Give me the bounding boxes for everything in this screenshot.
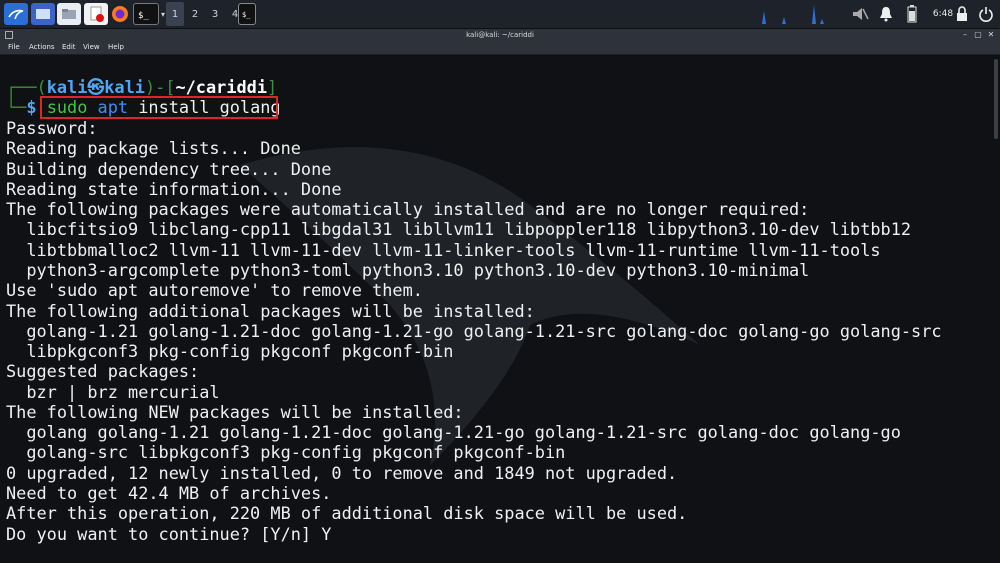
output-line: The following additional packages will b… xyxy=(6,301,535,321)
terminal-launcher-icon[interactable]: $_ xyxy=(133,3,159,25)
output-line: The following NEW packages will be insta… xyxy=(6,402,464,422)
output-line: libpkgconf3 pkg-config pkgconf pkgconf-b… xyxy=(6,341,454,361)
output-line: python3-argcomplete python3-toml python3… xyxy=(6,260,810,280)
svg-text:$_: $_ xyxy=(242,11,251,19)
prompt-host: kali xyxy=(104,77,145,97)
notifications-bell-icon[interactable] xyxy=(876,4,896,24)
output-line: golang golang-1.21 golang-1.21-doc golan… xyxy=(6,422,901,442)
minimize-button[interactable]: – xyxy=(960,30,970,40)
output-line: golang-src libpkgconf3 pkg-config pkgcon… xyxy=(6,442,566,462)
output-line: libcfitsio9 libclang-cpp11 libgdal31 lib… xyxy=(6,219,912,239)
terminal-output[interactable]: ┌──(kali㉿kali)-[~/cariddi] └─$ sudo apt … xyxy=(0,55,1000,563)
output-line: Use 'sudo apt autoremove' to remove them… xyxy=(6,280,423,300)
show-desktop-icon[interactable] xyxy=(31,3,55,25)
svg-text:$_: $_ xyxy=(138,11,149,21)
terminal-scrollbar[interactable] xyxy=(994,59,998,139)
cpu-graph-icon xyxy=(752,3,842,25)
output-line: Reading package lists... Done xyxy=(6,138,301,158)
menu-actions[interactable]: Actions xyxy=(29,41,55,54)
output-line: Need to get 42.4 MB of archives. xyxy=(6,483,332,503)
output-line: bzr | brz mercurial xyxy=(6,382,220,402)
output-line: Do you want to continue? [Y/n] Y xyxy=(6,524,332,544)
task-terminal-icon[interactable]: $_ xyxy=(238,3,256,25)
output-line: Password: xyxy=(6,118,98,138)
command-highlight-box xyxy=(40,96,278,119)
taskbar: $_ ▾ 1 2 3 4 $_ 6:48 xyxy=(0,0,1000,29)
maximize-button[interactable]: ▢ xyxy=(973,30,983,40)
output-line: The following packages were automaticall… xyxy=(6,199,810,219)
menu-view[interactable]: View xyxy=(83,41,100,54)
workspace-1[interactable]: 1 xyxy=(166,2,184,26)
lock-screen-icon[interactable] xyxy=(952,4,972,24)
workspace-2[interactable]: 2 xyxy=(186,2,204,26)
prompt-user: kali xyxy=(46,77,88,97)
battery-icon[interactable] xyxy=(902,4,922,24)
output-line: 0 upgraded, 12 newly installed, 0 to rem… xyxy=(6,463,678,483)
firefox-icon[interactable] xyxy=(108,3,132,25)
prompt-directory: ~/cariddi xyxy=(175,77,267,97)
menu-file[interactable]: File xyxy=(8,41,20,54)
file-manager-icon[interactable] xyxy=(57,3,81,25)
menu-edit[interactable]: Edit xyxy=(62,41,76,54)
output-line: Reading state information... Done xyxy=(6,179,342,199)
menu-help[interactable]: Help xyxy=(108,41,124,54)
window-title: kali@kali: ~/cariddi xyxy=(466,31,534,39)
window-titlebar[interactable]: kali@kali: ~/cariddi – ▢ ✕ xyxy=(0,29,1000,41)
power-icon[interactable] xyxy=(976,4,996,24)
prompt-line: ┌──(kali㉿kali)-[~/cariddi] xyxy=(6,77,278,97)
output-line: libtbbmalloc2 llvm-11 llvm-11-dev llvm-1… xyxy=(6,240,881,260)
volume-muted-icon[interactable] xyxy=(850,4,870,24)
output-line: golang-1.21 golang-1.21-doc golang-1.21-… xyxy=(6,321,942,341)
output-line: Building dependency tree... Done xyxy=(6,159,332,179)
prompt-at: ㉿ xyxy=(87,77,105,97)
output-line: Suggested packages: xyxy=(6,361,200,381)
text-editor-icon[interactable] xyxy=(84,3,108,25)
kali-menu-icon[interactable] xyxy=(4,3,28,25)
workspace-3[interactable]: 3 xyxy=(206,2,224,26)
menu-bar: File Actions Edit View Help xyxy=(0,41,1000,55)
close-button[interactable]: ✕ xyxy=(986,30,996,40)
output-line: After this operation, 220 MB of addition… xyxy=(6,503,688,523)
